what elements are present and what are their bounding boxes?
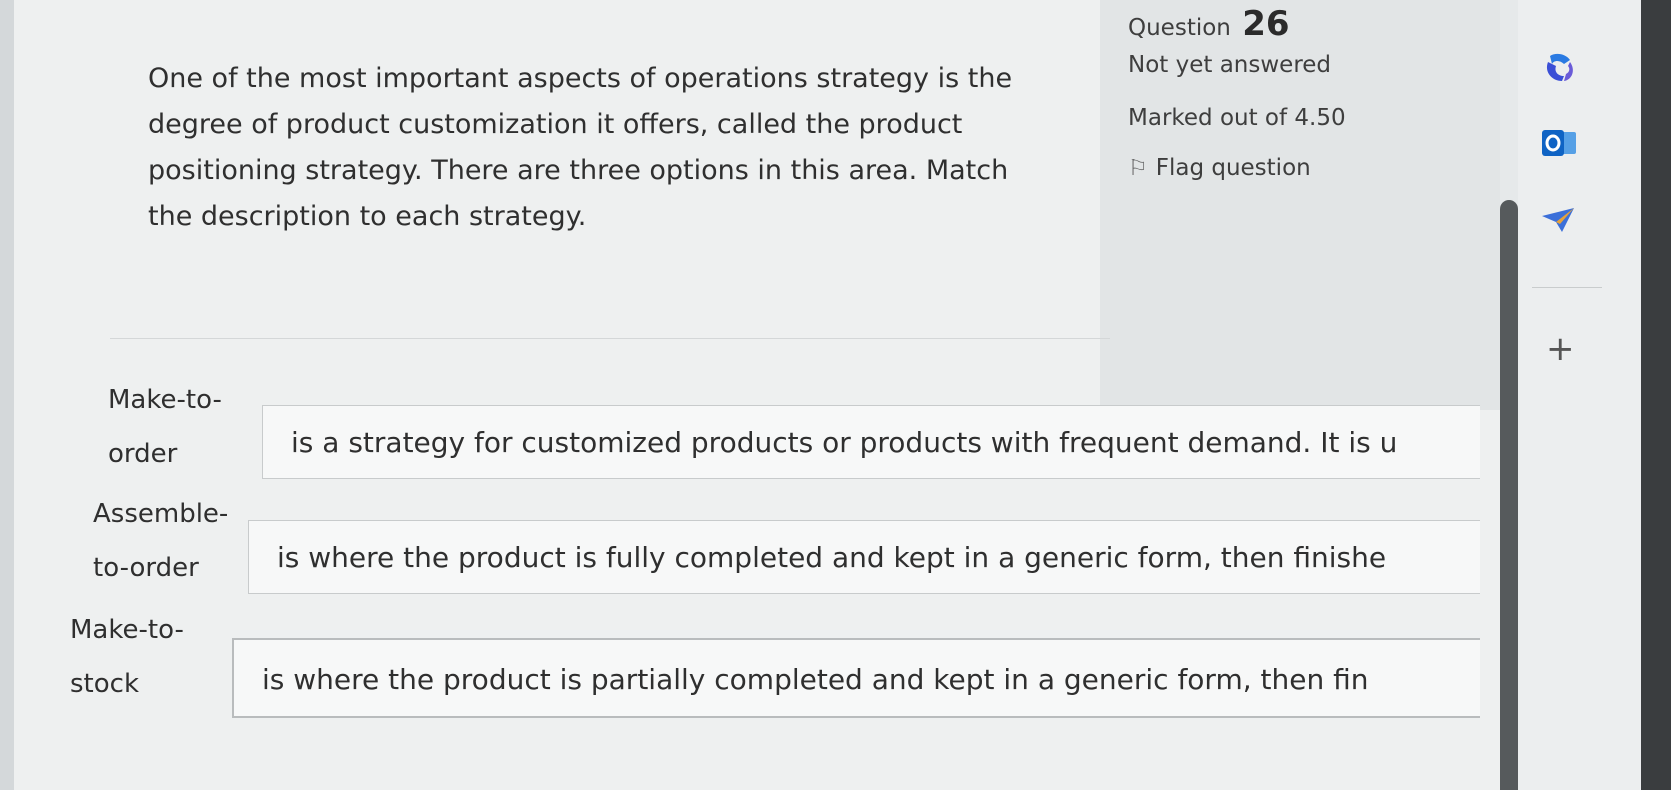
question-label: Question bbox=[1128, 15, 1231, 41]
divider bbox=[110, 338, 1110, 339]
send-icon[interactable] bbox=[1540, 206, 1576, 234]
copilot-icon[interactable] bbox=[1542, 52, 1576, 82]
match-term: Make-to-stock bbox=[70, 615, 184, 699]
question-text: One of the most important aspects of ope… bbox=[148, 63, 1013, 232]
sidebar-divider bbox=[1532, 287, 1602, 288]
flag-question-link[interactable]: ⚐ Flag question bbox=[1128, 155, 1311, 181]
screen-edge bbox=[1641, 0, 1671, 790]
flag-question-label: Flag question bbox=[1155, 155, 1311, 181]
left-edge bbox=[0, 0, 14, 790]
scrollbar[interactable] bbox=[1500, 200, 1518, 790]
question-number: Question 26 bbox=[1128, 4, 1290, 44]
outlook-icon[interactable] bbox=[1540, 128, 1578, 158]
match-dropdown[interactable]: is a strategy for customized products or… bbox=[262, 405, 1480, 479]
question-number-value: 26 bbox=[1242, 4, 1290, 44]
flag-icon: ⚐ bbox=[1128, 156, 1148, 181]
match-dropdown[interactable]: is where the product is fully completed … bbox=[248, 520, 1480, 594]
question-marks: Marked out of 4.50 bbox=[1128, 105, 1346, 131]
sidebar-panel bbox=[1518, 0, 1641, 790]
add-icon[interactable]: + bbox=[1546, 332, 1575, 366]
match-term: Make-to-order bbox=[108, 385, 222, 469]
question-status: Not yet answered bbox=[1128, 52, 1332, 78]
match-dropdown[interactable]: is where the product is partially comple… bbox=[232, 638, 1480, 718]
match-term: Assemble-to-order bbox=[93, 499, 229, 583]
